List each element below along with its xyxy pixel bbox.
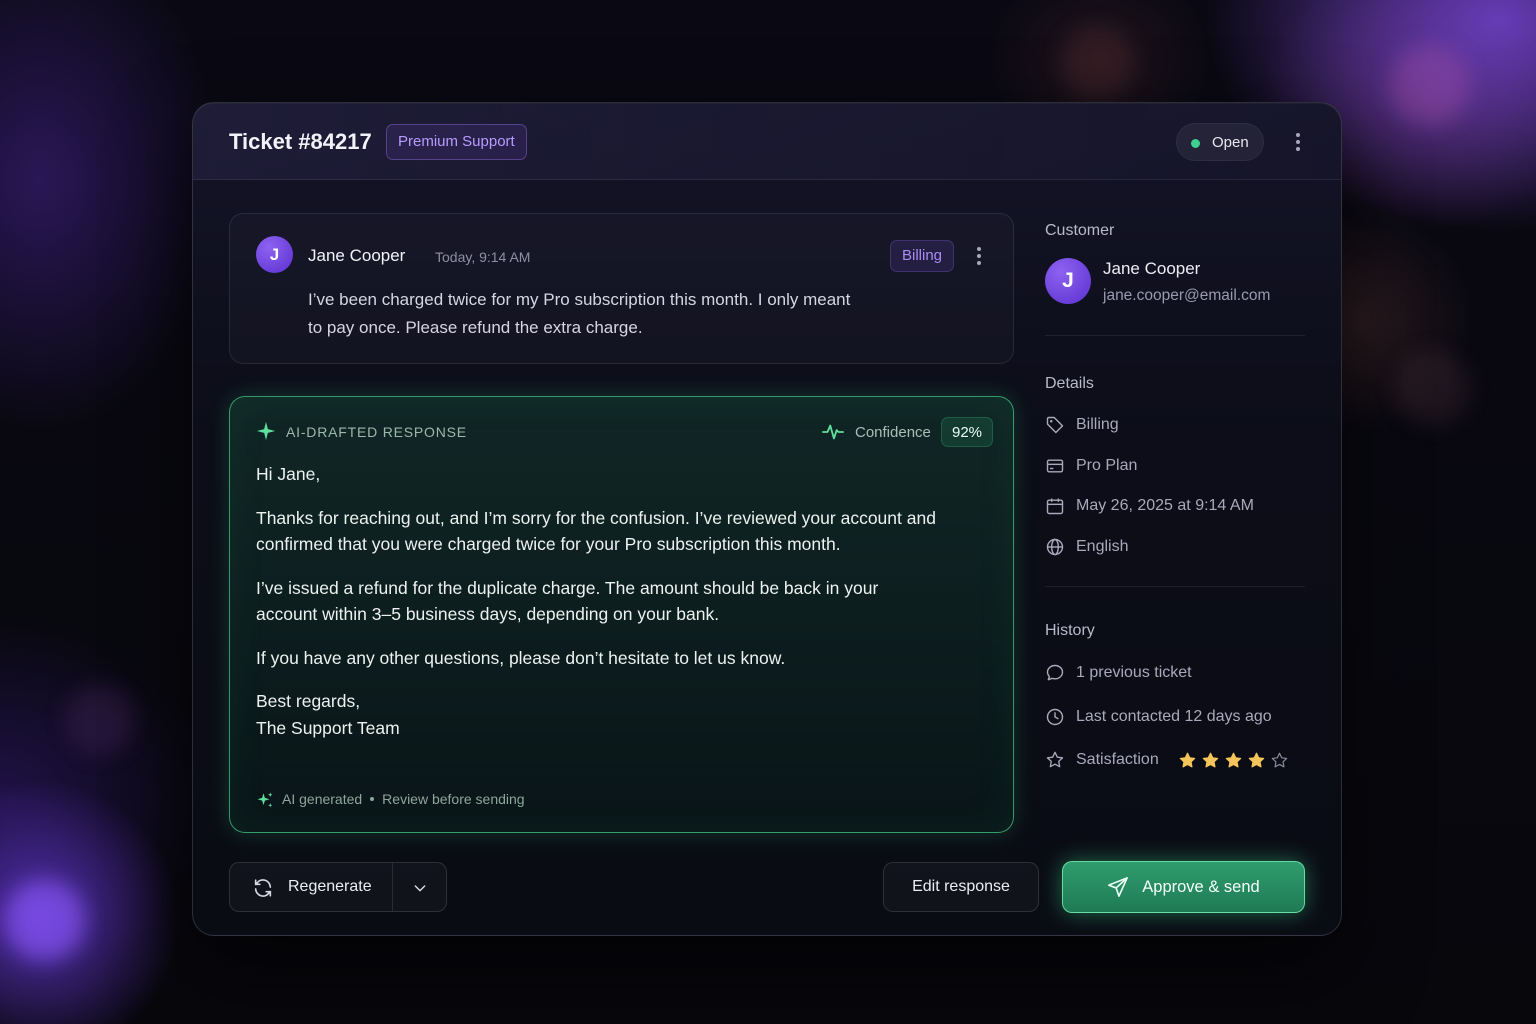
ai-generated-note: AI generated <box>282 791 363 807</box>
draft-signoff: Best regards, <box>256 691 361 711</box>
detail-language-label: English <box>1076 538 1129 555</box>
ai-draft-body[interactable]: Hi Jane, Thanks for reaching out, and I’… <box>256 461 936 741</box>
star-outline-icon <box>1046 751 1064 768</box>
send-icon <box>1108 877 1129 897</box>
detail-date: May 26, 2025 at 9:14 AM <box>1045 495 1254 517</box>
ticket-window: Ticket #84217 Premium Support Open J Jan… <box>192 102 1342 936</box>
globe-icon <box>1046 538 1064 556</box>
customer-name: Jane Cooper <box>1103 259 1201 278</box>
message-time: Today, 9:14 AM <box>435 249 531 265</box>
ticket-more-icon[interactable] <box>1291 131 1305 153</box>
history-previous-tickets[interactable]: 1 previous ticket <box>1045 662 1192 684</box>
satisfaction-rating <box>1178 751 1289 770</box>
message-text: I’ve been charged twice for my Pro subsc… <box>308 290 851 337</box>
detail-plan: Pro Plan <box>1045 455 1137 477</box>
star-filled-icon <box>1225 752 1241 767</box>
ai-draft-footer: AI generated Review before sending <box>282 791 525 807</box>
detail-date-label: May 26, 2025 at 9:14 AM <box>1076 497 1254 514</box>
history-heading: History <box>1045 622 1095 639</box>
plan-badge: Premium Support <box>386 124 527 160</box>
draft-greeting: Hi Jane, <box>256 464 321 484</box>
approve-send-label: Approve & send <box>1142 877 1260 896</box>
history-satisfaction: Satisfaction <box>1045 749 1289 771</box>
ai-sparkles-icon <box>257 792 273 808</box>
review-note: Review before sending <box>382 791 525 807</box>
status-pill[interactable]: Open <box>1176 123 1264 161</box>
ticket-header: Ticket #84217 Premium Support Open <box>193 103 1341 180</box>
detail-language: English <box>1045 536 1128 558</box>
status-dot-icon <box>1191 139 1200 148</box>
confidence-value: 92% <box>941 417 994 447</box>
draft-paragraph-1: Thanks for reaching out, and I’m sorry f… <box>256 507 936 555</box>
calendar-icon <box>1046 498 1064 515</box>
confidence-label: Confidence <box>855 424 931 441</box>
refresh-icon <box>254 879 272 897</box>
ai-draft-label: AI-DRAFTED RESPONSE <box>286 424 467 440</box>
ai-draft-card: AI-DRAFTED RESPONSE Confidence 92% Hi Ja… <box>229 396 1014 833</box>
detail-category-label: Billing <box>1076 416 1119 433</box>
satisfaction-label: Satisfaction <box>1076 751 1159 768</box>
star-filled-icon <box>1248 752 1264 767</box>
sparkle-icon <box>256 421 276 441</box>
details-heading: Details <box>1045 375 1094 392</box>
sender-avatar: J <box>256 236 293 273</box>
button-divider <box>392 863 393 911</box>
regenerate-button[interactable]: Regenerate <box>229 862 447 912</box>
customer-email[interactable]: jane.cooper@email.com <box>1103 287 1270 305</box>
message-tag[interactable]: Billing <box>890 240 955 272</box>
draft-paragraph-3: If you have any other questions, please … <box>256 647 786 668</box>
draft-signature: The Support Team <box>256 717 400 738</box>
history-previous-label: 1 previous ticket <box>1076 664 1192 681</box>
pulse-icon <box>822 424 844 440</box>
tag-icon <box>1046 416 1064 434</box>
chevron-down-icon[interactable] <box>412 880 428 896</box>
ticket-title: Ticket #84217 <box>229 129 372 154</box>
star-filled-icon <box>1202 752 1218 767</box>
edit-response-button[interactable]: Edit response <box>883 862 1039 912</box>
approve-send-button[interactable]: Approve & send <box>1062 861 1305 913</box>
detail-category: Billing <box>1045 414 1119 436</box>
chat-bubble-icon <box>1046 664 1064 681</box>
draft-paragraph-2: I’ve issued a refund for the duplicate c… <box>256 577 879 625</box>
customer-message: J Jane Cooper Today, 9:14 AM Billing I’v… <box>229 213 1014 364</box>
detail-plan-label: Pro Plan <box>1076 457 1138 474</box>
regenerate-label: Regenerate <box>288 878 372 895</box>
customer-avatar: J <box>1045 258 1091 304</box>
message-more-icon[interactable] <box>972 245 986 267</box>
star-empty-icon <box>1271 752 1287 767</box>
star-filled-icon <box>1179 752 1195 767</box>
history-last-contacted: Last contacted 12 days ago <box>1045 706 1272 728</box>
history-last-contacted-label: Last contacted 12 days ago <box>1076 708 1272 725</box>
divider <box>1045 335 1305 336</box>
divider <box>1045 586 1305 587</box>
clock-icon <box>1046 708 1064 726</box>
status-label: Open <box>1212 134 1249 151</box>
sender-name: Jane Cooper <box>308 246 406 265</box>
credit-card-icon <box>1046 459 1064 473</box>
customer-heading: Customer <box>1045 222 1115 239</box>
